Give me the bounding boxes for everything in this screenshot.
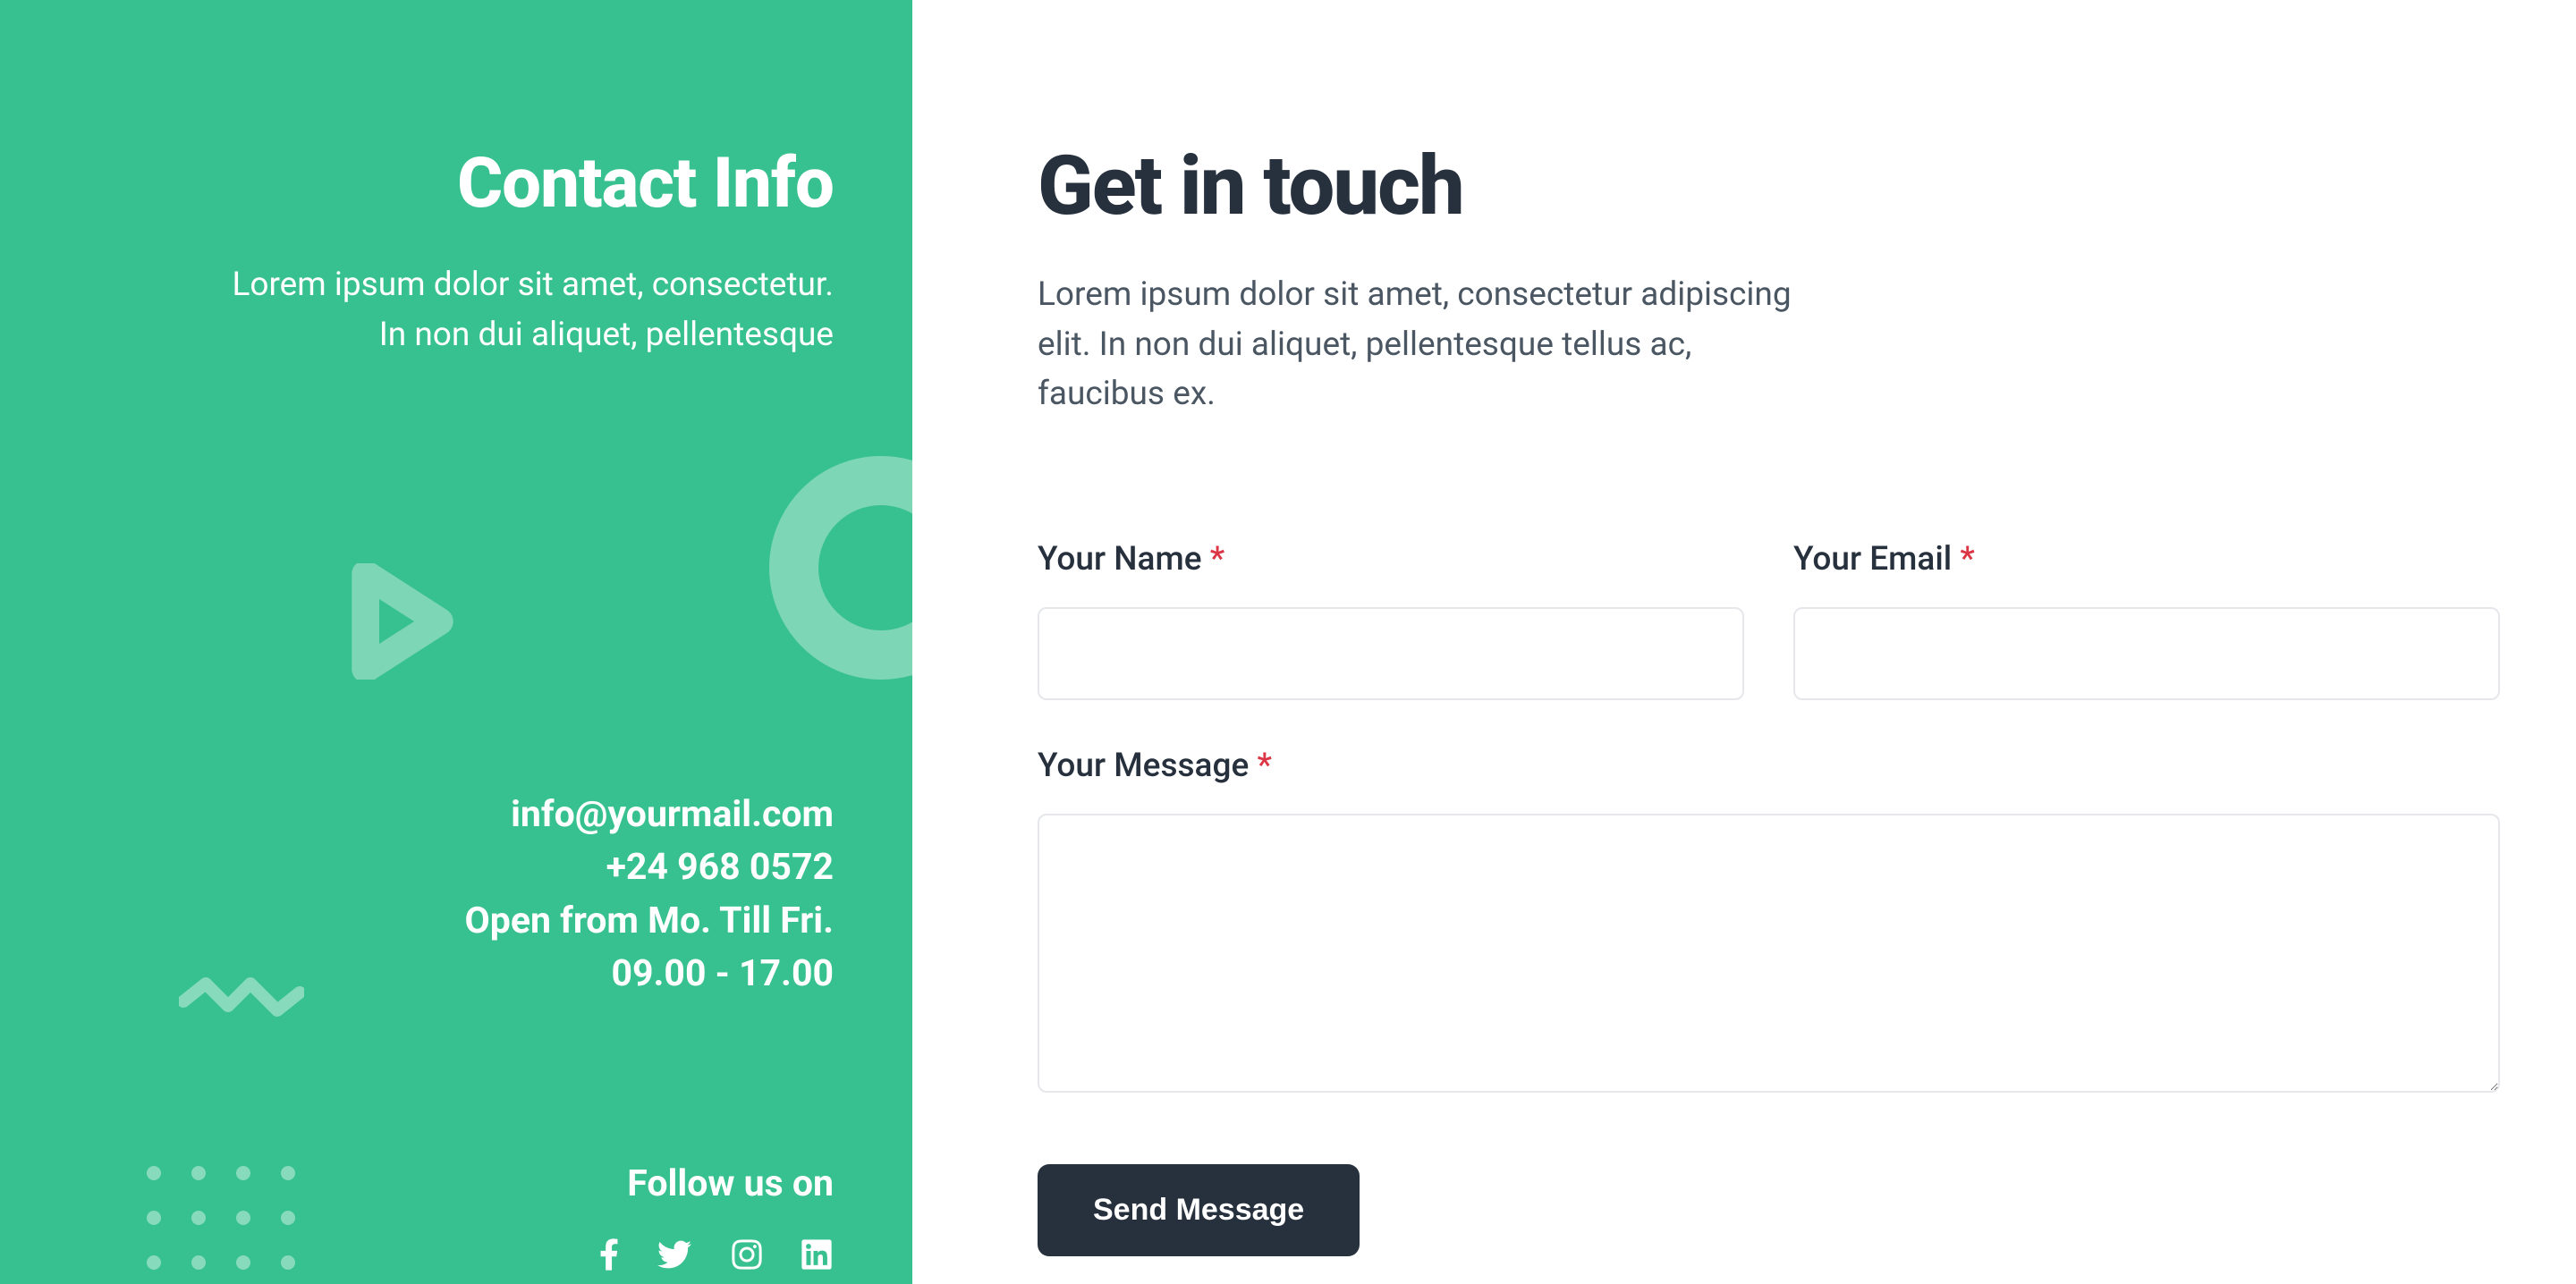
name-label: Your Name * xyxy=(1038,540,1744,579)
email-label-text: Your Email xyxy=(1793,540,1952,579)
form-heading: Get in touch xyxy=(1038,139,2500,234)
decorative-circle-icon xyxy=(769,456,912,680)
required-indicator: * xyxy=(1257,747,1271,785)
email-label: Your Email * xyxy=(1793,540,2500,579)
contact-email: info@yourmail.com xyxy=(79,789,834,841)
send-message-button[interactable]: Send Message xyxy=(1038,1164,1360,1256)
contact-info-heading: Contact Info xyxy=(79,143,834,224)
contact-phone: +24 968 0572 xyxy=(79,841,834,894)
intro-line-2: In non dui aliquet, pellentesque xyxy=(79,310,834,360)
intro-line-1: Lorem ipsum dolor sit amet, consectetur. xyxy=(79,260,834,310)
email-input[interactable] xyxy=(1793,607,2500,700)
required-indicator: * xyxy=(1210,540,1224,579)
facebook-icon[interactable] xyxy=(599,1237,619,1272)
linkedin-icon[interactable] xyxy=(800,1237,834,1272)
name-field-group: Your Name * xyxy=(1038,540,1744,700)
contact-info-panel: Contact Info Lorem ipsum dolor sit amet,… xyxy=(0,0,912,1284)
name-label-text: Your Name xyxy=(1038,540,1202,579)
message-textarea[interactable] xyxy=(1038,814,2500,1093)
contact-form-panel: Get in touch Lorem ipsum dolor sit amet,… xyxy=(912,0,2576,1284)
decorative-dots-icon xyxy=(145,1164,306,1284)
name-input[interactable] xyxy=(1038,607,1744,700)
contact-intro-text: Lorem ipsum dolor sit amet, consectetur.… xyxy=(79,260,834,359)
decorative-triangle-icon xyxy=(349,563,456,683)
contact-hours-1: Open from Mo. Till Fri. xyxy=(79,895,834,948)
message-field-group: Your Message * xyxy=(1038,747,2500,1093)
email-field-group: Your Email * xyxy=(1793,540,2500,700)
form-description: Lorem ipsum dolor sit amet, consectetur … xyxy=(1038,270,1816,419)
message-label: Your Message * xyxy=(1038,747,2500,785)
twitter-icon[interactable] xyxy=(655,1237,694,1272)
form-row-1: Your Name * Your Email * xyxy=(1038,540,2500,700)
required-indicator: * xyxy=(1960,540,1974,579)
instagram-icon[interactable] xyxy=(730,1237,764,1272)
decorative-zigzag-icon xyxy=(179,970,304,1027)
message-label-text: Your Message xyxy=(1038,747,1249,785)
